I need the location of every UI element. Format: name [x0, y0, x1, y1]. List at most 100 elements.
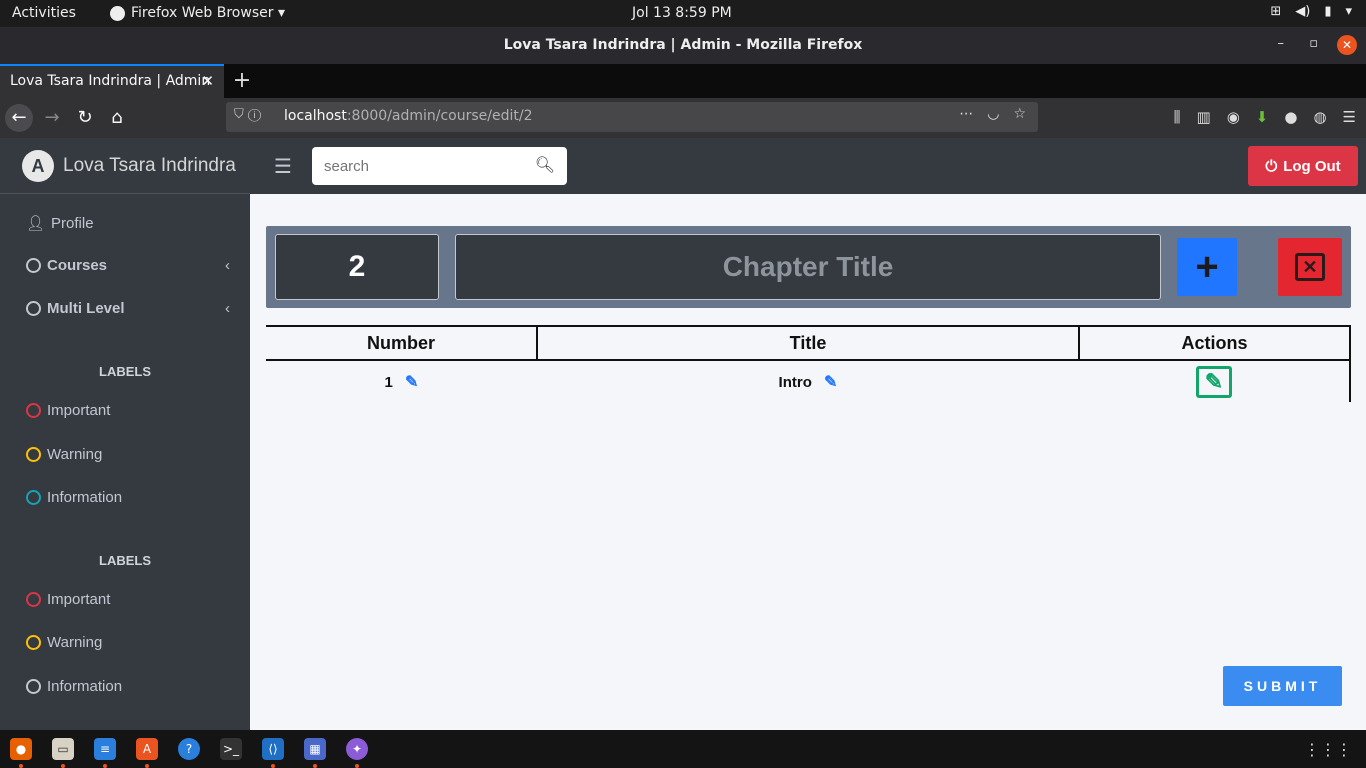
plus-icon: + — [1195, 245, 1219, 289]
site-info-icon[interactable]: ⛉ ⓘ — [234, 107, 261, 122]
window-title: Lova Tsara Indrindra | Admin - Mozilla F… — [503, 37, 863, 53]
circle-icon — [26, 635, 41, 650]
user-icon: 👤︎ — [26, 215, 46, 232]
search-input[interactable] — [312, 147, 527, 185]
brand-name: Lova Tsara Indrindra — [63, 154, 236, 176]
download-icon[interactable]: ⬇ — [1256, 108, 1269, 126]
restore-icon[interactable]: ▫ — [1309, 36, 1318, 51]
forward-icon[interactable]: → — [38, 104, 66, 132]
chapter-title-input[interactable] — [455, 234, 1161, 300]
power-icon: ⏻ — [1265, 157, 1278, 175]
extension-icon[interactable]: ● — [1284, 108, 1297, 126]
show-apps-icon[interactable]: ⋮⋮⋮ — [1304, 740, 1352, 759]
menu-icon[interactable]: ☰ — [1343, 108, 1356, 126]
app-menu-label: Firefox Web Browser ▾ — [131, 5, 285, 21]
edit-title-icon[interactable]: ✎ — [824, 374, 837, 391]
sidebar-item-multi-level[interactable]: Multi Level ‹ — [26, 300, 230, 317]
circle-icon — [26, 403, 41, 418]
software-dock-icon[interactable]: A — [136, 738, 158, 768]
sidebar-item-important[interactable]: Important — [26, 591, 110, 608]
back-icon[interactable]: ← — [5, 104, 33, 132]
navigation-bar: ← → ↻ ⌂ ⛉ ⓘ localhost:8000/admin/course/… — [0, 98, 1366, 138]
sidebar-item-label: Warning — [47, 446, 103, 463]
chevron-left-icon: ‹ — [225, 300, 230, 317]
chapter-title-cell: Intro ✎ — [537, 360, 1079, 402]
home-icon[interactable]: ⌂ — [103, 104, 131, 132]
browser-tab[interactable]: Lova Tsara Indrindra | Admin ✕ — [0, 64, 224, 98]
sidebar-item-label: Important — [47, 591, 111, 608]
taskbar-dock: ● ▭ ≡ A ? >_ ⟨⟩ ▦ ✦ ⋮⋮⋮ — [0, 730, 1366, 768]
circle-icon — [26, 447, 41, 462]
extension2-icon[interactable]: ◍ — [1313, 108, 1326, 126]
sidebar-item-label: Important — [47, 402, 111, 419]
sidebar-toggle-icon[interactable]: ▥ — [1197, 108, 1211, 126]
screenshot-dock-icon[interactable]: ▦ — [304, 738, 326, 768]
window-close-icon[interactable]: ✕ — [1337, 35, 1357, 55]
sidebar-item-label: Information — [47, 678, 123, 695]
table-row: 1 ✎ Intro ✎ ✎ — [266, 360, 1351, 402]
clock[interactable]: Jol 13 8:59 PM — [632, 5, 732, 21]
pocket-icon[interactable]: ◡ — [987, 106, 999, 122]
bookmark-star-icon[interactable]: ☆ — [1013, 106, 1026, 122]
column-header-actions: Actions — [1078, 325, 1351, 361]
add-chapter-button[interactable]: + — [1177, 238, 1237, 296]
sidebar-item-warning[interactable]: Warning — [26, 446, 102, 463]
firefox-icon — [110, 5, 125, 21]
chevron-down-icon: ▾ — [1345, 4, 1352, 19]
chapter-actions-cell: ✎ — [1079, 360, 1351, 402]
sidebar-item-important[interactable]: Important — [26, 402, 110, 419]
sidebar-section-header: LABELS — [99, 364, 151, 379]
new-tab-icon[interactable]: + — [230, 68, 254, 93]
close-box-icon: ✕ — [1295, 253, 1325, 281]
sidebar-item-label: Information — [47, 489, 123, 506]
chapter-number: 1 — [384, 373, 393, 391]
hamburger-menu-icon[interactable]: ☰ — [274, 154, 292, 178]
terminal-dock-icon[interactable]: >_ — [220, 738, 242, 760]
sidebar: A Lova Tsara Indrindra 👤︎ Profile Course… — [0, 138, 250, 730]
circle-icon — [26, 258, 41, 273]
library-icon[interactable]: ⫼ — [1174, 108, 1181, 126]
help-dock-icon[interactable]: ? — [178, 738, 200, 760]
minimize-icon[interactable]: – — [1278, 36, 1285, 51]
tab-strip: Lova Tsara Indrindra | Admin ✕ + — [0, 64, 1366, 98]
app-menu[interactable]: Firefox Web Browser ▾ — [110, 5, 285, 21]
sidebar-item-courses[interactable]: Courses ‹ — [26, 257, 230, 274]
search-icon[interactable]: 🔍︎ — [535, 155, 555, 174]
search-box: 🔍︎ — [312, 147, 567, 185]
brand-logo: A — [22, 149, 54, 182]
chapter-number-input[interactable] — [275, 234, 439, 300]
logout-button[interactable]: ⏻ Log Out — [1248, 146, 1358, 186]
circle-icon — [26, 679, 41, 694]
sidebar-item-profile[interactable]: 👤︎ Profile — [26, 214, 94, 233]
sidebar-item-information[interactable]: Information — [26, 489, 122, 506]
sidebar-item-information[interactable]: Information — [26, 678, 122, 695]
text-editor-dock-icon[interactable]: ≡ — [94, 738, 116, 768]
circle-icon — [26, 301, 41, 316]
edit-number-icon[interactable]: ✎ — [405, 374, 418, 391]
window-title-bar: Lova Tsara Indrindra | Admin - Mozilla F… — [0, 27, 1366, 64]
page-actions-icon[interactable]: ⋯ — [959, 106, 973, 122]
sidebar-item-label: Profile — [51, 214, 94, 232]
edit-chapter-icon[interactable]: ✎ — [1196, 365, 1232, 398]
url-bar[interactable]: ⛉ ⓘ localhost:8000/admin/course/edit/2 ⋯… — [226, 102, 1038, 132]
vscode-dock-icon[interactable]: ⟨⟩ — [262, 738, 284, 768]
tab-close-icon[interactable]: ✕ — [201, 72, 214, 90]
column-header-number: Number — [266, 325, 538, 361]
account-icon[interactable]: ◉ — [1227, 108, 1240, 126]
sidebar-item-label: Courses — [47, 257, 108, 274]
firefox-dock-icon[interactable]: ● — [10, 738, 32, 768]
delete-chapter-button[interactable]: ✕ — [1278, 238, 1342, 296]
sidebar-item-warning[interactable]: Warning — [26, 634, 102, 651]
sidebar-item-label: Warning — [47, 634, 103, 651]
files-dock-icon[interactable]: ▭ — [52, 738, 74, 768]
brand[interactable]: A Lova Tsara Indrindra — [0, 138, 250, 194]
reload-icon[interactable]: ↻ — [71, 104, 99, 132]
sidebar-item-label: Multi Level — [47, 300, 125, 317]
submit-button[interactable]: SUBMIT — [1223, 666, 1342, 706]
system-tray[interactable]: ⊞ ◀) ▮ ▾ — [1270, 4, 1352, 19]
network-icon: ⊞ — [1270, 4, 1282, 19]
volume-icon: ◀) — [1295, 4, 1311, 19]
activities-button[interactable]: Activities — [12, 5, 76, 21]
app-dock-icon[interactable]: ✦ — [346, 738, 368, 768]
url-text[interactable]: localhost:8000/admin/course/edit/2 — [284, 108, 533, 124]
